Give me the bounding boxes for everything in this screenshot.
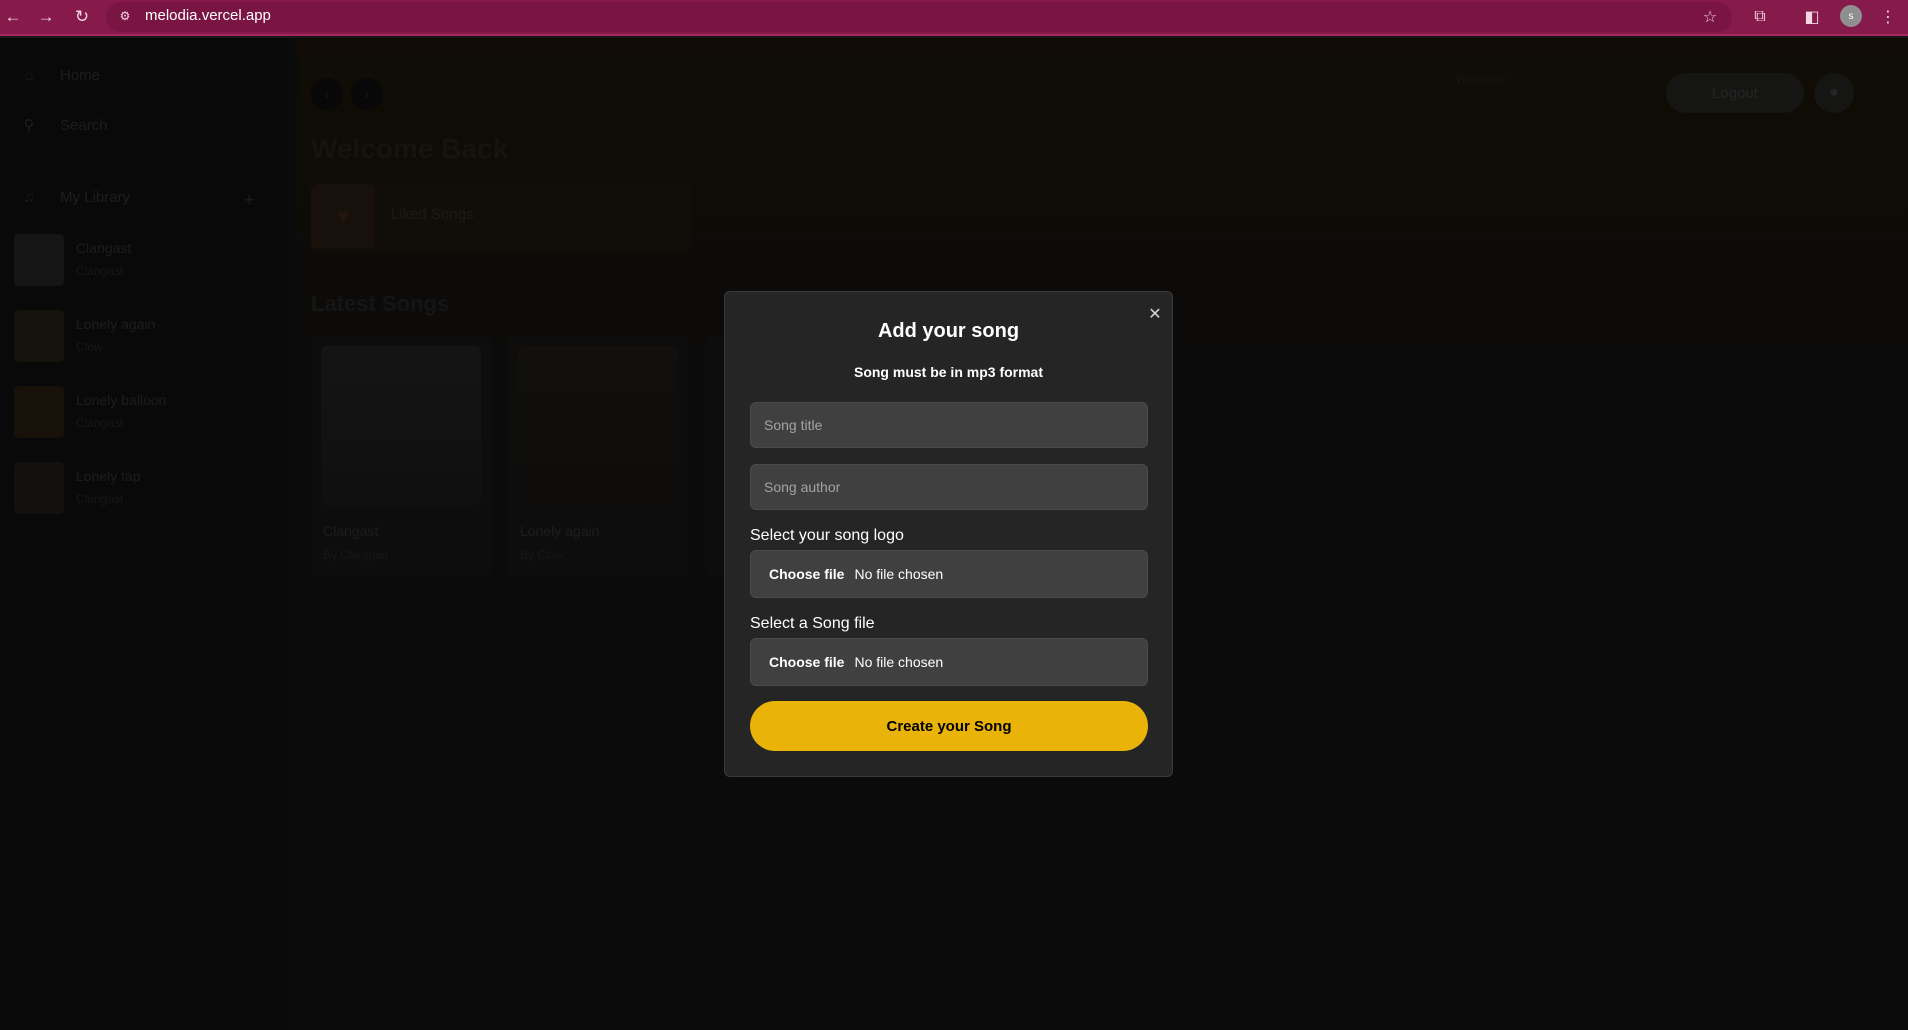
song-file-input[interactable]: Choose file No file chosen xyxy=(750,638,1148,686)
reload-icon[interactable]: ↻ xyxy=(69,4,95,30)
browser-toolbar: ← → ↻ ⚙ melodia.vercel.app ☆ ⧉ ◧ s ⋮ xyxy=(0,0,1908,36)
choose-file-button[interactable]: Choose file xyxy=(769,654,844,670)
song-file-label: Select a Song file xyxy=(750,615,875,632)
song-title-input[interactable] xyxy=(750,402,1148,448)
bookmark-star-icon[interactable]: ☆ xyxy=(1698,5,1722,29)
song-logo-file-input[interactable]: Choose file No file chosen xyxy=(750,550,1148,598)
song-logo-label: Select your song logo xyxy=(750,527,904,544)
side-panel-icon[interactable]: ◧ xyxy=(1800,5,1824,29)
site-settings-icon[interactable]: ⚙ xyxy=(116,7,134,25)
profile-avatar[interactable]: s xyxy=(1840,5,1862,27)
song-author-input[interactable] xyxy=(750,464,1148,510)
choose-file-button[interactable]: Choose file xyxy=(769,566,844,582)
extensions-icon[interactable]: ⧉ xyxy=(1748,5,1772,29)
forward-icon[interactable]: → xyxy=(33,4,59,30)
modal-title: Add your song xyxy=(877,320,1020,342)
modal-subtitle: Song must be in mp3 format xyxy=(853,364,1043,380)
file-status-text: No file chosen xyxy=(854,566,944,582)
url-text[interactable]: melodia.vercel.app xyxy=(145,7,271,24)
address-bar[interactable] xyxy=(106,2,1732,32)
back-icon[interactable]: ← xyxy=(0,4,26,30)
browser-menu-icon[interactable]: ⋮ xyxy=(1876,5,1900,29)
file-status-text: No file chosen xyxy=(854,654,944,670)
create-song-button[interactable]: Create your Song xyxy=(750,701,1148,751)
upload-modal: ✕ Add your song Song must be in mp3 form… xyxy=(724,291,1173,777)
